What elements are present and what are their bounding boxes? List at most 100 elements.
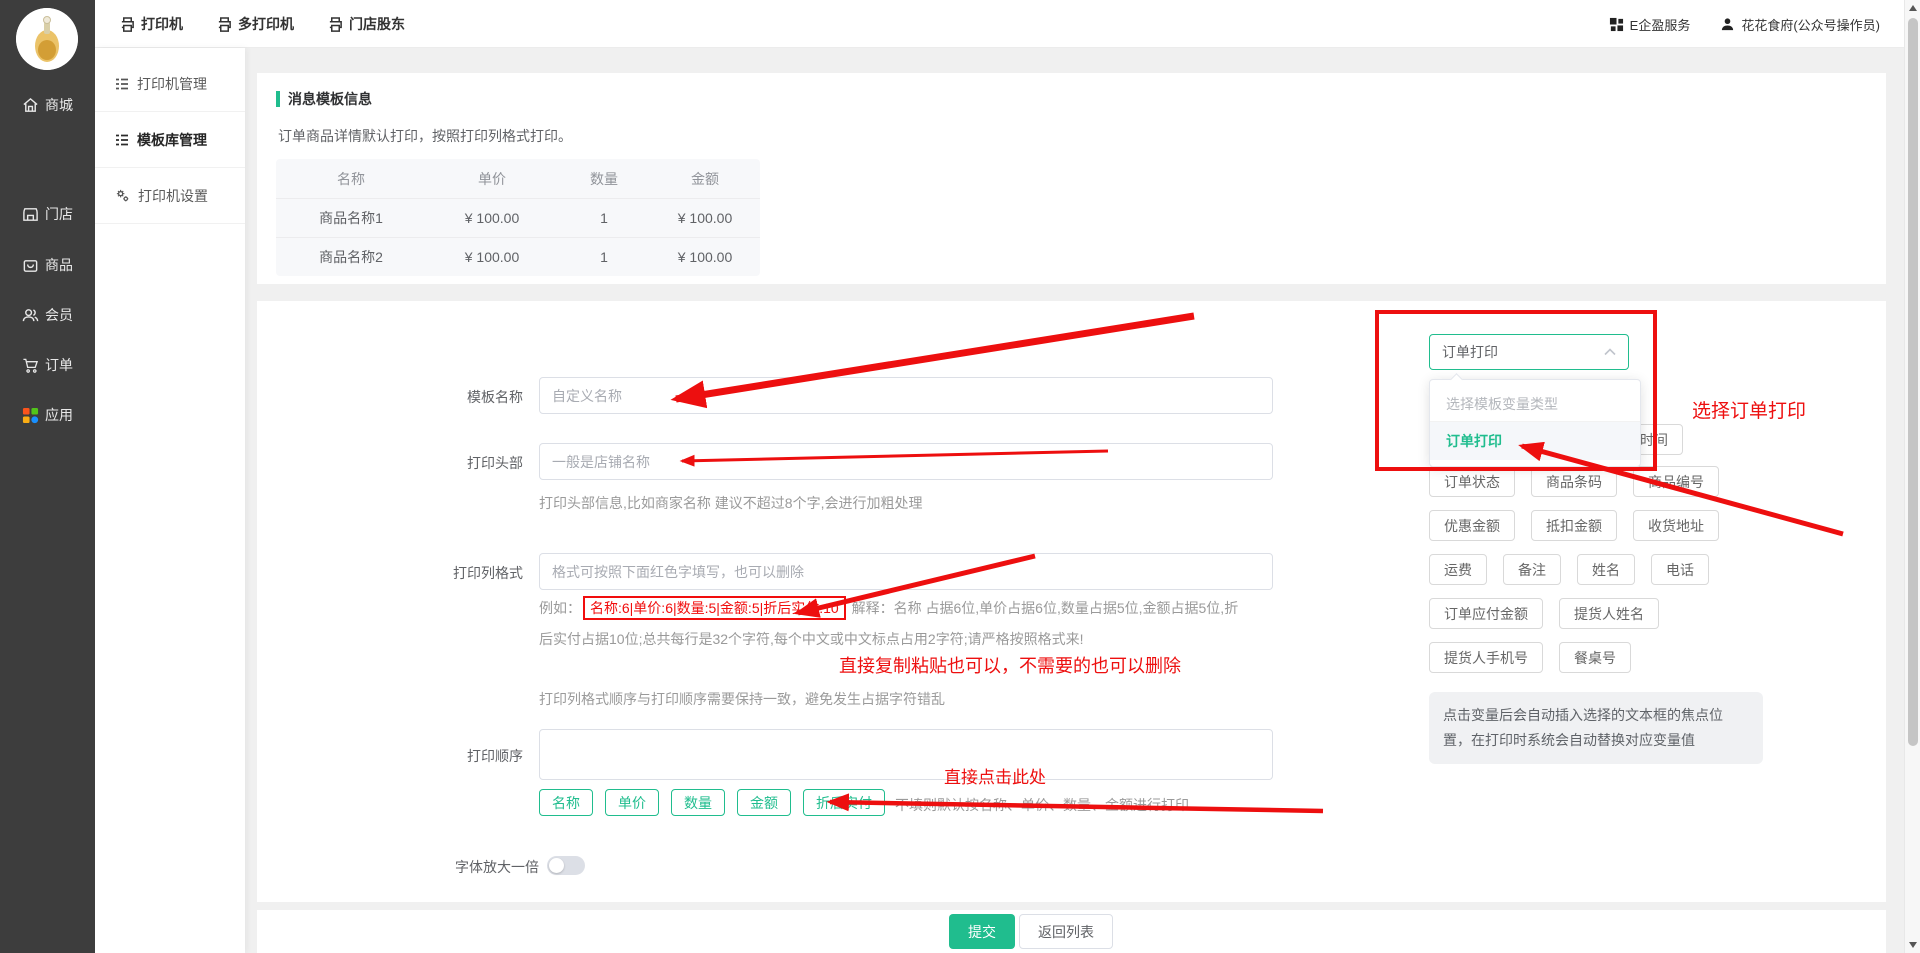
grid-icon [1609,17,1624,32]
apps-colored-icon [22,407,39,424]
back-to-list-button[interactable]: 返回列表 [1019,914,1113,949]
variable-tag[interactable]: 姓名 [1577,554,1635,585]
font-double-label: 字体放大一倍 [393,857,539,877]
font-double-toggle[interactable] [547,856,585,875]
cell: 1 [558,210,650,226]
sidebar-item-label: 商城 [45,95,73,115]
variable-tag-row: 运费 备注 姓名 电话 [1429,554,1709,585]
variable-tag[interactable]: 抵扣金额 [1531,510,1617,541]
tab-label: 打印机 [141,14,183,34]
scrollbar-thumb[interactable] [1908,18,1918,746]
tag-amount[interactable]: 金额 [737,789,791,816]
service-entry[interactable]: E企盈服务 [1609,15,1691,34]
tab-printer[interactable]: 打印机 [120,14,183,34]
printer-icon [217,17,232,32]
template-name-label: 模板名称 [377,387,523,407]
toggle-knob [549,858,564,873]
example-format-red: 名称:6|单价:6|数量:5|金额:5|折后实付:10 [583,596,846,620]
subnav-item-label: 打印机设置 [138,186,208,206]
sidebar-item-label: 应用 [45,405,73,425]
print-header-input[interactable] [539,443,1273,480]
col-header: 名称 [276,169,426,189]
footer-actions: 提交 返回列表 [257,910,1886,953]
gears-icon [115,188,130,203]
col-header: 金额 [650,169,760,189]
topbar: 打印机 多打印机 门店股东 E企盈服务 花花食府(公众号操作员) [0,0,1920,48]
variable-tag[interactable]: 提货人手机号 [1429,642,1543,673]
example-prefix: 例如： [539,600,581,616]
annotation-click-hint: 直接点击此处 [944,763,1046,788]
print-order-hint: 不填则默认按名称、单价、数量、金额进行打印 [895,795,1189,815]
printer-template-page: 打印机 多打印机 门店股东 E企盈服务 花花食府(公众号操作员) [0,0,1920,953]
scrollbar-up-arrow[interactable] [1909,5,1917,11]
column-format-input[interactable] [539,553,1273,590]
variables-note: 点击变量后会自动插入选择的文本框的焦点位置，在打印时系统会自动替换对应变量值 [1429,692,1763,764]
subnav-item-label: 模板库管理 [137,130,207,150]
print-header-help: 打印头部信息,比如商家名称 建议不超过8个字,会进行加粗处理 [539,493,922,513]
sidebar-item-members[interactable]: 会员 [0,300,95,330]
list-icon [115,77,129,91]
variable-tag-row: 订单应付金额 提货人姓名 [1429,598,1659,629]
sidebar-item-goods[interactable]: 商品 [0,250,95,280]
main-sidebar: 商城 门店 商品 会员 订单 应用 [0,0,95,953]
table-header-row: 名称 单价 数量 金额 [276,159,760,198]
table-row: 商品名称1 ¥ 100.00 1 ¥ 100.00 [276,198,760,237]
printer-icon [328,17,343,32]
annotation-rect-select [1375,310,1657,471]
sidebar-item-apps[interactable]: 应用 [0,400,95,430]
list-icon [115,133,129,147]
card-title: 消息模板信息 [276,89,372,109]
title-accent-bar [276,91,280,107]
submit-button[interactable]: 提交 [949,914,1015,949]
topbar-right: E企盈服务 花花食府(公众号操作员) [1609,0,1880,48]
tag-quantity[interactable]: 数量 [671,789,725,816]
variable-tag[interactable]: 餐桌号 [1559,642,1631,673]
storefront-icon [22,206,39,223]
tag-discounted-paid[interactable]: 折后实付 [803,789,885,816]
topbar-tabs: 打印机 多打印机 门店股东 [120,0,405,48]
subnav-item-label: 打印机管理 [137,74,207,94]
variable-tag[interactable]: 电话 [1651,554,1709,585]
variable-tag[interactable]: 订单应付金额 [1429,598,1543,629]
users-icon [22,307,39,324]
page-scrollbar[interactable] [1904,0,1920,953]
cell: ¥ 100.00 [426,210,558,226]
service-label: E企盈服务 [1630,15,1691,34]
sidebar-item-label: 商品 [45,255,73,275]
scrollbar-down-arrow[interactable] [1909,942,1917,948]
tag-unit-price[interactable]: 单价 [605,789,659,816]
variable-tag[interactable]: 收货地址 [1633,510,1719,541]
tab-multi-printer[interactable]: 多打印机 [217,14,294,34]
subnav-item-template-library[interactable]: 模板库管理 [95,112,245,168]
avatar[interactable] [16,8,78,70]
table-row: 商品名称2 ¥ 100.00 1 ¥ 100.00 [276,237,760,276]
variable-tag-row: 提货人手机号 餐桌号 [1429,642,1631,673]
column-format-example: 例如：名称:6|单价:6|数量:5|金额:5|折后实付:10 解释：名称 占据6… [539,593,1245,655]
print-header-label: 打印头部 [377,453,523,473]
tag-name[interactable]: 名称 [539,789,593,816]
cell: 商品名称2 [276,247,426,267]
variable-tag[interactable]: 优惠金额 [1429,510,1515,541]
sidebar-item-store[interactable]: 门店 [0,199,95,229]
cell: 商品名称1 [276,208,426,228]
page-title: 消息模板信息 [288,89,372,109]
print-order-textarea[interactable] [539,729,1273,780]
subnav-item-printer-management[interactable]: 打印机管理 [95,56,245,112]
sidebar-item-mall[interactable]: 商城 [0,90,95,120]
col-header: 单价 [426,169,558,189]
home-icon [22,97,39,114]
variable-tag[interactable]: 提货人姓名 [1559,598,1659,629]
variable-tag[interactable]: 备注 [1503,554,1561,585]
account-entry[interactable]: 花花食府(公众号操作员) [1720,15,1880,34]
tab-store-shareholder[interactable]: 门店股东 [328,14,405,34]
template-name-input[interactable] [539,377,1273,414]
sidebar-item-label: 会员 [45,305,73,325]
variable-tag[interactable]: 运费 [1429,554,1487,585]
cart-icon [22,357,39,374]
sidebar-item-orders[interactable]: 订单 [0,350,95,380]
cell: ¥ 100.00 [650,210,760,226]
subnav-item-printer-settings[interactable]: 打印机设置 [95,168,245,224]
user-icon [1720,17,1735,32]
print-order-label: 打印顺序 [377,746,523,766]
cell: 1 [558,249,650,265]
